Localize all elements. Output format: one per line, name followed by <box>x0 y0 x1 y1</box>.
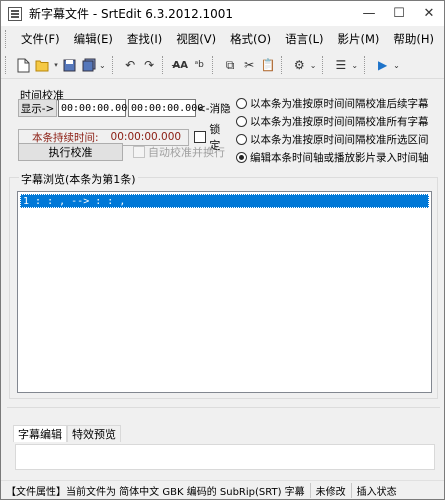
radio-button[interactable] <box>236 115 247 127</box>
lock-checkbox[interactable] <box>194 131 207 143</box>
open-dropdown-icon[interactable]: ▾ <box>52 61 60 69</box>
option-label: 以本条为准按原时间间隔校准后续字幕 <box>250 97 429 110</box>
toolbar-group-history: ↶ ↷ <box>111 53 159 77</box>
option-calibrate-all[interactable]: 以本条为准按原时间间隔校准所有字幕 <box>236 112 429 130</box>
app-icon <box>8 6 22 21</box>
auto-calibrate-label: 自动校准并换行 <box>148 146 225 159</box>
window-title: 新字幕文件 - SrtEdit 6.3.2012.1001 <box>29 7 234 21</box>
toolbar-group-list: ☰ ⌄ <box>322 53 361 77</box>
toolbar-chevron-icon[interactable]: ⌄ <box>310 61 317 70</box>
app-window: 新字幕文件 - SrtEdit 6.3.2012.1001 — ☐ ✕ 文件(F… <box>0 0 445 500</box>
settings-icon[interactable]: ⚙ <box>290 55 309 75</box>
option-label: 以本条为准按原时间间隔校准所选区间 <box>250 133 429 146</box>
option-label: 以本条为准按原时间间隔校准所有字幕 <box>250 115 429 128</box>
menu-grip <box>5 30 8 48</box>
radio-button-selected[interactable] <box>236 151 247 163</box>
toolbar-chevron-icon[interactable]: ⌄ <box>393 61 400 70</box>
toolbar-grip <box>280 56 284 74</box>
cut-icon[interactable]: ✂ <box>240 55 259 75</box>
toolbar-grip <box>111 56 115 74</box>
menu-bar: 文件(F) 编辑(E) 查找(I) 视图(V) 格式(O) 语言(L) 影片(M… <box>1 26 444 52</box>
close-button[interactable]: ✕ <box>414 1 444 26</box>
subtitle-text-editor[interactable] <box>15 444 435 470</box>
duration-value: 00:00:00.000 <box>110 131 182 143</box>
menu-format[interactable]: 格式(O) <box>223 26 278 52</box>
status-modified: 未修改 <box>315 486 346 498</box>
time-calibration-panel: 时间校准 显示-> 00:00:00.000 00:00:00.000 <-消隐… <box>15 87 231 163</box>
run-row: 执行校准 自动校准并换行 <box>18 143 225 161</box>
option-calibrate-range[interactable]: 以本条为准按原时间间隔校准所选区间 <box>236 130 429 148</box>
edit-panel: 字幕编辑 特效预览 <box>7 407 440 478</box>
toolbar-group-clipboard: ⧉ ✂ 📋 <box>211 53 278 77</box>
play-icon[interactable]: ▶ <box>373 55 392 75</box>
replace-icon[interactable]: ᵃb <box>190 55 209 75</box>
option-label: 编辑本条时间轴或播放影片录入时间轴 <box>250 151 429 164</box>
window-controls: — ☐ ✕ <box>354 1 444 26</box>
browse-title: 字幕浏览(本条为第1条) <box>19 171 138 187</box>
time-row: 显示-> 00:00:00.000 00:00:00.000 <-消隐 <box>18 99 231 117</box>
undo-icon[interactable]: ↶ <box>121 55 140 75</box>
run-calibration-button[interactable]: 执行校准 <box>18 143 123 161</box>
open-folder-icon[interactable] <box>33 55 52 75</box>
title-bar: 新字幕文件 - SrtEdit 6.3.2012.1001 — ☐ ✕ <box>1 1 444 26</box>
redo-icon[interactable]: ↷ <box>140 55 159 75</box>
auto-calibrate-checkbox[interactable] <box>133 146 145 158</box>
menu-movie[interactable]: 影片(M) <box>330 26 386 52</box>
option-calibrate-following[interactable]: 以本条为准按原时间间隔校准后续字幕 <box>236 94 429 112</box>
find-icon[interactable]: A̶A <box>171 55 190 75</box>
menu-find[interactable]: 查找(I) <box>120 26 169 52</box>
radio-button[interactable] <box>236 97 247 109</box>
toolbar: ▾ ⌄ ↶ ↷ A̶A ᵃb ⧉ ✂ 📋 ⚙ ⌄ ☰ ⌄ ▶ ⌄ <box>1 52 444 79</box>
copy-icon[interactable]: ⧉ <box>221 55 240 75</box>
toolbar-grip <box>364 56 367 74</box>
new-file-icon[interactable] <box>14 55 33 75</box>
toolbar-group-play: ▶ ⌄ <box>364 53 403 77</box>
save-icon[interactable] <box>60 55 79 75</box>
list-icon[interactable]: ☰ <box>331 55 350 75</box>
toolbar-grip <box>211 56 215 74</box>
status-file-info: 【文件属性】当前文件为 简体中文 GBK 编码的 SubRip(SRT) 字幕 <box>6 486 305 498</box>
tab-effect-preview[interactable]: 特效预览 <box>67 425 121 442</box>
menu-help[interactable]: 帮助(H) <box>386 26 441 52</box>
calibration-mode-options: 以本条为准按原时间间隔校准后续字幕 以本条为准按原时间间隔校准所有字幕 以本条为… <box>236 94 429 166</box>
maximize-button[interactable]: ☐ <box>384 1 414 26</box>
minimize-button[interactable]: — <box>354 1 384 26</box>
end-time-field[interactable]: 00:00:00.000 <box>128 99 203 117</box>
toolbar-chevron-icon[interactable]: ⌄ <box>99 61 106 70</box>
toolbar-grip <box>161 56 165 74</box>
menu-edit[interactable]: 编辑(E) <box>67 26 120 52</box>
display-button[interactable]: 显示-> <box>18 99 57 117</box>
start-time-field[interactable]: 00:00:00.000 <box>58 99 133 117</box>
toolbar-group-file: ▾ ⌄ <box>14 53 109 77</box>
toolbar-group-settings: ⚙ ⌄ <box>280 53 320 77</box>
list-item[interactable]: 1 : : , --> : : , <box>20 194 429 208</box>
status-bar: 【文件属性】当前文件为 简体中文 GBK 编码的 SubRip(SRT) 字幕 … <box>1 480 444 499</box>
toolbar-group-find: A̶A ᵃb <box>161 53 209 77</box>
cancel-display-button[interactable]: <-消隐 <box>197 101 231 116</box>
subtitle-list[interactable]: 1 : : , --> : : , <box>17 191 432 393</box>
paste-icon[interactable]: 📋 <box>259 55 278 75</box>
subtitle-browse-group: 字幕浏览(本条为第1条) 1 : : , --> : : , <box>9 171 438 399</box>
radio-button[interactable] <box>236 133 247 145</box>
tab-subtitle-edit[interactable]: 字幕编辑 <box>13 425 67 442</box>
toolbar-chevron-icon[interactable]: ⌄ <box>351 61 358 70</box>
toolbar-grip <box>5 56 8 74</box>
option-edit-timeline[interactable]: 编辑本条时间轴或播放影片录入时间轴 <box>236 148 429 166</box>
status-insert-mode: 插入状态 <box>356 486 397 498</box>
edit-tabs: 字幕编辑 特效预览 <box>13 425 121 442</box>
toolbar-grip <box>322 56 325 74</box>
save-all-icon[interactable] <box>79 55 98 75</box>
menu-view[interactable]: 视图(V) <box>169 26 223 52</box>
menu-language[interactable]: 语言(L) <box>278 26 330 52</box>
menu-file[interactable]: 文件(F) <box>14 26 67 52</box>
